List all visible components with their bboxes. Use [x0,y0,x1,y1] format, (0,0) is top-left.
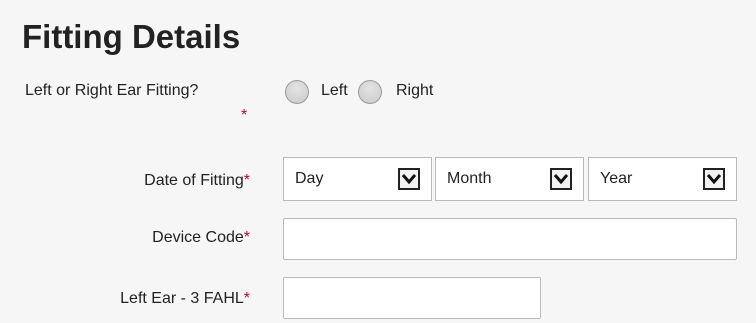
left-ear-fahl-label-text: Left Ear - 3 FAHL [120,290,244,307]
month-select-value: Month [447,170,492,187]
ear-fitting-label: Left or Right Ear Fitting? [25,82,199,99]
year-select[interactable]: Year [588,157,737,201]
device-code-label-text: Device Code [152,229,244,246]
date-of-fitting-label-text: Date of Fitting [144,172,244,189]
device-code-label: Device Code* [0,229,250,247]
device-code-input[interactable] [283,218,737,260]
chevron-down-icon[interactable] [703,168,725,190]
month-select[interactable]: Month [435,157,584,201]
day-select[interactable]: Day [283,157,432,201]
ear-fitting-required-mark: * [241,107,248,124]
left-ear-radio[interactable] [285,80,309,104]
chevron-down-icon[interactable] [550,168,572,190]
left-ear-fahl-input[interactable] [283,277,541,319]
left-ear-fahl-required-mark: * [243,290,250,307]
device-code-required-mark: * [243,229,250,246]
right-ear-radio[interactable] [358,80,382,104]
year-select-value: Year [600,170,633,187]
fitting-details-panel: Fitting Details Left or Right Ear Fittin… [0,0,756,323]
date-of-fitting-label: Date of Fitting* [0,172,250,190]
date-of-fitting-required-mark: * [243,172,250,189]
day-select-value: Day [295,170,324,187]
left-ear-fahl-label: Left Ear - 3 FAHL* [0,290,250,308]
right-ear-radio-label[interactable]: Right [396,82,433,100]
chevron-down-icon[interactable] [398,168,420,190]
left-ear-radio-label[interactable]: Left [321,82,348,100]
section-title: Fitting Details [22,18,241,55]
